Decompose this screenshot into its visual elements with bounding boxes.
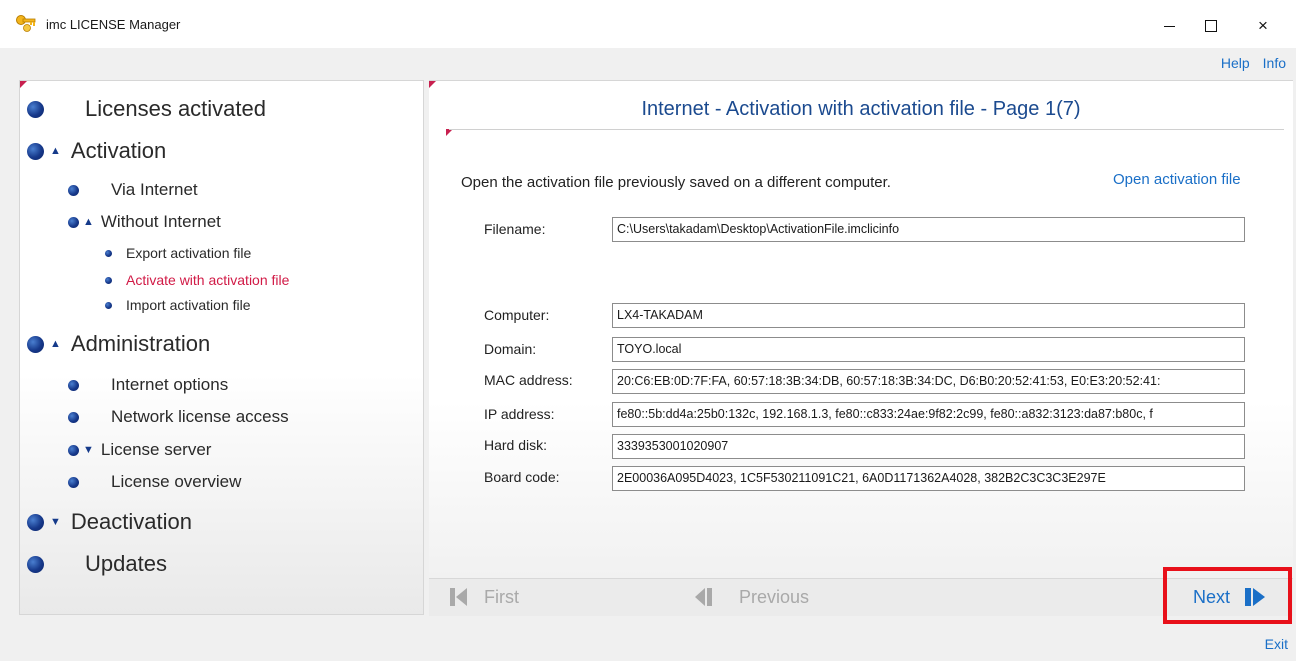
title-divider [449, 129, 1284, 130]
content-panel: Internet - Activation with activation fi… [429, 80, 1293, 616]
nav-label: Via Internet [111, 180, 198, 199]
nav-licenses-activated[interactable]: Licenses activated [27, 96, 266, 122]
collapsed-arrow-icon: ▼ [83, 444, 94, 456]
maximize-button[interactable] [1188, 10, 1234, 42]
page-title: Internet - Activation with activation fi… [641, 98, 1081, 120]
nav-label: Without Internet [100, 212, 221, 231]
navigation-panel: Licenses activated ▲ Activation Via Inte… [19, 80, 424, 615]
expanded-arrow-icon: ▲ [50, 338, 61, 350]
info-link[interactable]: Info [1263, 55, 1286, 71]
close-button[interactable]: × [1240, 10, 1286, 42]
nav-label: Administration [70, 331, 211, 356]
skip-first-icon [449, 586, 469, 608]
nav-label: Activation [70, 138, 167, 163]
nav-label: Internet options [111, 375, 229, 394]
nav-label: Licenses activated [85, 96, 266, 121]
domain-field[interactable]: TOYO.local [612, 337, 1245, 362]
filename-field[interactable]: C:\Users\takadam\Desktop\ActivationFile.… [612, 217, 1245, 242]
bullet-icon [105, 249, 112, 257]
nav-export-activation-file[interactable]: Export activation file [105, 245, 251, 261]
nav-internet-options[interactable]: Internet options [68, 375, 228, 395]
nav-label: Export activation file [126, 245, 252, 261]
nav-network-license-access[interactable]: Network license access [68, 407, 289, 427]
nav-import-activation-file[interactable]: Import activation file [105, 297, 251, 313]
computer-field[interactable]: LX4-TAKADAM [612, 303, 1245, 328]
bullet-icon [68, 216, 79, 228]
next-icon [1244, 586, 1266, 608]
bullet-icon [27, 555, 44, 573]
open-activation-file-link[interactable]: Open activation file [1113, 171, 1241, 188]
nav-label: Updates [85, 551, 167, 576]
nav-activation[interactable]: ▲ Activation [27, 138, 166, 164]
previous-button[interactable]: Previous [694, 586, 809, 608]
nav-license-overview[interactable]: License overview [68, 472, 241, 492]
expanded-arrow-icon: ▲ [50, 145, 61, 157]
exit-link[interactable]: Exit [1265, 636, 1288, 652]
nav-via-internet[interactable]: Via Internet [68, 180, 198, 200]
pagination-bar: First Previous Next [429, 578, 1293, 616]
corner-marker [446, 129, 453, 136]
nav-label: Activate with activation file [126, 272, 290, 288]
bullet-icon [68, 476, 79, 488]
previous-label: Previous [739, 586, 810, 607]
nav-deactivation[interactable]: ▼ Deactivation [27, 509, 192, 535]
next-label: Next [1193, 586, 1231, 607]
ip-address-field[interactable]: fe80::5b:dd4a:25b0:132c, 192.168.1.3, fe… [612, 402, 1245, 427]
next-button[interactable]: Next [1193, 586, 1266, 608]
bullet-icon [68, 379, 79, 391]
description-text: Open the activation file previously save… [461, 174, 891, 191]
minimize-button[interactable] [1146, 10, 1192, 42]
window-title: imc LICENSE Manager [46, 17, 181, 32]
nav-label: Import activation file [126, 297, 251, 313]
first-label: First [484, 586, 519, 607]
nav-without-internet[interactable]: ▲ Without Internet [68, 212, 221, 232]
corner-marker [20, 81, 27, 88]
bullet-icon [27, 335, 44, 353]
nav-label: Deactivation [70, 509, 192, 534]
close-icon: × [1258, 16, 1268, 35]
filename-label: Filename: [484, 221, 546, 237]
collapsed-arrow-icon: ▼ [50, 516, 61, 528]
key-icon [15, 14, 39, 34]
maximize-icon [1205, 20, 1217, 32]
bullet-icon [68, 184, 79, 196]
title-bar: imc LICENSE Manager × [0, 0, 1296, 48]
computer-label: Computer: [484, 307, 550, 323]
bullet-icon [27, 100, 44, 118]
board-code-field[interactable]: 2E00036A095D4023, 1C5F530211091C21, 6A0D… [612, 466, 1245, 491]
nav-label: License overview [111, 472, 242, 491]
bullet-icon [68, 444, 79, 456]
nav-license-server[interactable]: ▼ License server [68, 440, 211, 460]
first-button[interactable]: First [449, 586, 519, 608]
previous-icon [694, 586, 714, 608]
mac-address-label: MAC address: [484, 372, 573, 388]
bullet-icon [27, 513, 44, 531]
nav-updates[interactable]: Updates [27, 551, 167, 577]
nav-administration[interactable]: ▲ Administration [27, 331, 210, 357]
corner-marker [429, 81, 436, 88]
minimize-icon [1163, 25, 1175, 27]
nav-label: Network license access [111, 407, 289, 426]
bullet-icon [105, 276, 112, 284]
bullet-icon [27, 142, 44, 160]
domain-label: Domain: [484, 341, 537, 357]
bullet-icon [68, 411, 79, 423]
nav-activate-with-activation-file[interactable]: Activate with activation file [105, 272, 289, 288]
hard-disk-field[interactable]: 3339353001020907 [612, 434, 1245, 459]
nav-label: License server [100, 440, 212, 459]
ip-address-label: IP address: [484, 406, 555, 422]
mac-address-field[interactable]: 20:C6:EB:0D:7F:FA, 60:57:18:3B:34:DB, 60… [612, 369, 1245, 394]
top-links: Help Info [1221, 55, 1286, 71]
bullet-icon [105, 301, 112, 309]
help-link[interactable]: Help [1221, 55, 1250, 71]
expanded-arrow-icon: ▲ [83, 216, 94, 228]
hard-disk-label: Hard disk: [484, 437, 548, 453]
board-code-label: Board code: [484, 469, 560, 485]
